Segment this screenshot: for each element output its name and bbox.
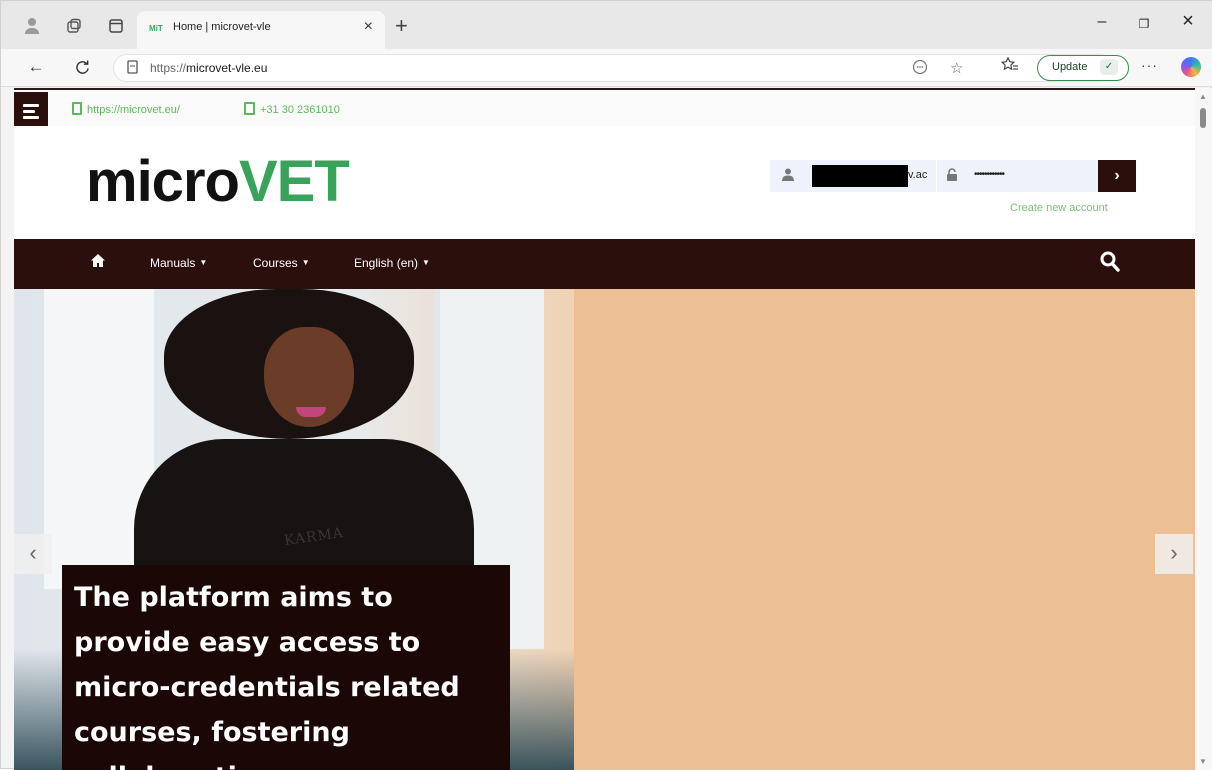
hero-caption-text: The platform aims to provide easy access… [74, 582, 480, 770]
scroll-thumb[interactable] [1200, 108, 1206, 128]
minimize-button[interactable]: – [1087, 13, 1117, 31]
close-tab-icon[interactable]: × [364, 18, 373, 36]
favorite-star-icon[interactable]: ☆ [950, 59, 963, 77]
username-redaction [812, 165, 908, 187]
address-bar[interactable]: https://microvet-vle.eu ☆ [113, 54, 1113, 82]
refresh-button[interactable] [69, 55, 95, 79]
password-field[interactable]: •••••••••••• [974, 169, 1005, 180]
info-bar: https://microvet.eu/ +31 30 2361010 [14, 88, 1195, 130]
page-scrollbar[interactable]: ▲ ▼ [1195, 88, 1212, 770]
profile-icon[interactable] [21, 15, 43, 37]
nav-language[interactable]: English (en) ▼ [354, 256, 430, 270]
website-link[interactable]: https://microvet.eu/ [72, 102, 180, 116]
scroll-down-icon[interactable]: ▼ [1199, 757, 1207, 766]
drawer-menu-button[interactable] [14, 92, 48, 130]
chevron-down-icon: ▼ [199, 258, 208, 267]
nav-courses[interactable]: Courses ▼ [253, 256, 310, 270]
scroll-up-icon[interactable]: ▲ [1199, 92, 1207, 101]
hero-carousel: KARMA ‹ › The platform aims to provide e… [14, 289, 1195, 770]
more-options-icon[interactable]: ··· [1141, 57, 1158, 73]
tab-title: Home | microvet-vle [173, 21, 271, 33]
user-icon [782, 168, 794, 184]
login-form: v.ac •••••••••••• [770, 160, 1098, 192]
browser-window: MiT Home | microvet-vle × + – ❐ × ← http… [0, 0, 1212, 770]
login-submit-button[interactable]: › [1098, 160, 1136, 192]
active-tab[interactable]: MiT Home | microvet-vle × [137, 11, 385, 49]
restore-button[interactable]: ❐ [1129, 17, 1159, 31]
reader-mode-icon[interactable] [912, 59, 928, 79]
site-logo[interactable]: microVET [86, 148, 350, 215]
main-navbar: Manuals ▼ Courses ▼ English (en) ▼ [14, 239, 1195, 289]
back-button[interactable]: ← [23, 55, 49, 79]
bookmark-icon [72, 102, 82, 115]
carousel-prev-button[interactable]: ‹ [14, 534, 52, 574]
phone-link[interactable]: +31 30 2361010 [244, 102, 340, 116]
username-field[interactable]: v.ac [908, 169, 927, 181]
tab-actions-icon[interactable] [105, 15, 127, 37]
carousel-next-button[interactable]: › [1155, 534, 1193, 574]
login-divider [936, 160, 937, 192]
home-icon[interactable] [90, 253, 106, 273]
chevron-down-icon: ▼ [422, 258, 430, 267]
create-account-link[interactable]: Create new account [1010, 202, 1108, 214]
favorites-icon[interactable] [1000, 56, 1019, 77]
search-icon[interactable] [1100, 251, 1120, 273]
update-shield-icon: ✓ [1100, 59, 1118, 75]
page-viewport: https://microvet.eu/ +31 30 2361010 micr… [14, 88, 1195, 770]
phone-icon [244, 102, 255, 115]
browser-toolbar: ← https://microvet-vle.eu ☆ [1, 49, 1212, 87]
chevron-down-icon: ▼ [301, 258, 310, 267]
lock-icon [946, 168, 958, 184]
url-text: https://microvet-vle.eu [150, 61, 268, 75]
nav-manuals[interactable]: Manuals ▼ [150, 256, 207, 270]
close-window-button[interactable]: × [1173, 10, 1203, 33]
hero-caption: The platform aims to provide easy access… [62, 565, 510, 770]
new-tab-button[interactable]: + [395, 13, 408, 39]
tab-strip: MiT Home | microvet-vle × + – ❐ × [1, 1, 1212, 49]
page-info-icon[interactable] [126, 60, 139, 77]
workspaces-icon[interactable] [63, 15, 85, 37]
update-button[interactable]: Update ✓ [1037, 55, 1129, 81]
site-favicon-icon: MiT [149, 24, 163, 33]
site-header: microVET v.ac •••••••••••• › Create new … [14, 126, 1195, 239]
copilot-icon[interactable] [1181, 57, 1201, 77]
